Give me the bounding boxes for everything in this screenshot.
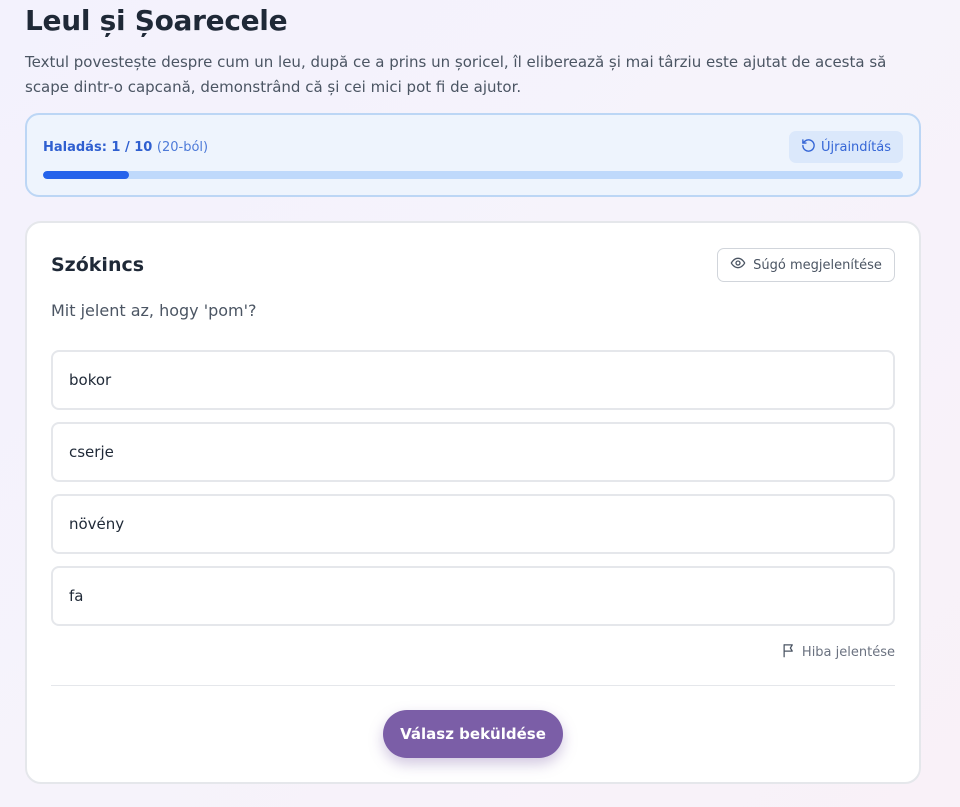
section-title: Szókincs: [51, 254, 145, 276]
progress-text: Haladás: 1 / 10 (20-ból): [43, 140, 208, 155]
answer-option[interactable]: fa: [51, 566, 895, 626]
option-label: cserje: [69, 443, 114, 461]
answer-option[interactable]: bokor: [51, 350, 895, 410]
progress-label: Haladás: 1 / 10: [43, 140, 153, 155]
report-error-link[interactable]: Hiba jelentése: [781, 643, 895, 662]
restart-label: Újraindítás: [821, 139, 891, 155]
submit-answer-button[interactable]: Válasz beküldése: [383, 710, 563, 758]
page-description: Textul povestește despre cum un leu, dup…: [25, 53, 887, 96]
rotate-ccw-icon: [801, 138, 816, 157]
question-text: Mit jelent az, hogy 'pom'?: [51, 301, 257, 320]
progress-bar: [43, 171, 903, 179]
option-label: növény: [69, 515, 125, 533]
answer-option[interactable]: cserje: [51, 422, 895, 482]
option-label: bokor: [69, 371, 112, 389]
progress-total: (20-ból): [156, 140, 209, 155]
flag-icon: [781, 643, 796, 662]
page-title: Leul și Șoarecele: [25, 4, 288, 37]
restart-button[interactable]: Újraindítás: [789, 131, 903, 163]
quiz-card: Szókincs Súgó megjelenítése Mit jelent a…: [25, 221, 921, 784]
progress-bar-fill: [43, 171, 129, 179]
eye-icon: [730, 255, 746, 275]
divider: [51, 685, 895, 686]
answer-option[interactable]: növény: [51, 494, 895, 554]
option-label: fa: [69, 587, 84, 605]
hint-label: Súgó megjelenítése: [753, 257, 882, 273]
report-label: Hiba jelentése: [801, 645, 895, 660]
progress-card: Haladás: 1 / 10 (20-ból) Újraindítás: [25, 113, 921, 197]
show-hint-button[interactable]: Súgó megjelenítése: [717, 248, 895, 282]
